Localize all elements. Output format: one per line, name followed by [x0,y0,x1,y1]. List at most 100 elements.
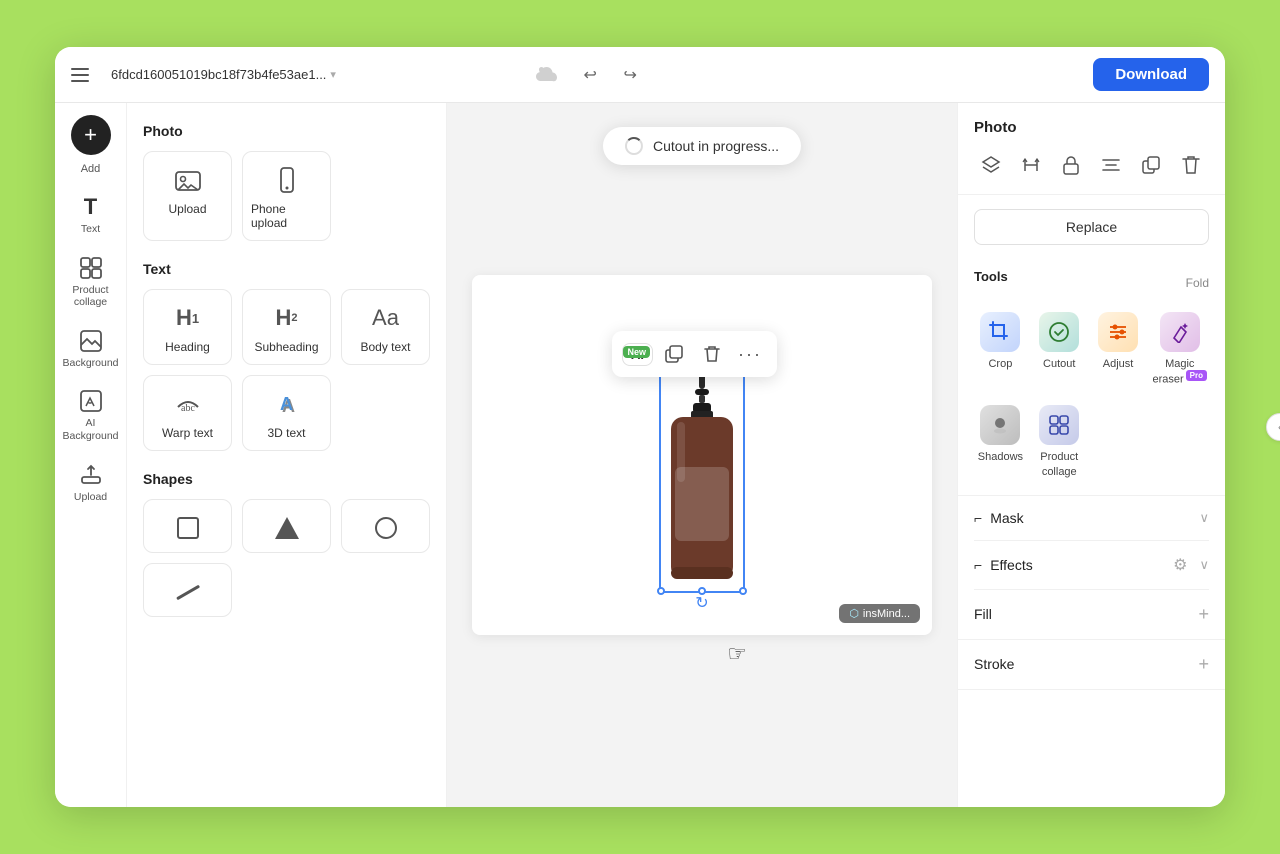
3d-text-item[interactable]: A 3D text [242,375,331,451]
sidebar-item-text[interactable]: T Text [63,187,119,244]
tool-crop[interactable]: Crop [974,306,1027,393]
photo-grid: Upload Phone upload [143,151,430,241]
cutout-icon [1039,312,1079,352]
download-button[interactable]: Download [1093,58,1209,91]
mask-accordion-row[interactable]: ⌐ Mask ∨ [974,496,1209,541]
effects-accordion-row[interactable]: ⌐ Effects ⚙ ∨ [974,541,1209,590]
shadows-label: Shadows [978,450,1023,464]
photo-section-title: Photo [143,123,430,139]
canvas-area[interactable]: Cutout in progress... AI New [447,103,957,807]
adjust-label: Adjust [1103,357,1134,371]
tools-label: Tools [974,269,1008,284]
delete-button[interactable] [695,337,729,371]
ai-background-label: AI Background [62,417,118,442]
tools-grid: Crop Cutout [974,306,1209,485]
upload-photo-icon [172,166,204,194]
lock-icon-btn[interactable] [1054,148,1088,182]
menu-button[interactable] [71,61,99,89]
effects-chevron-icon: ∨ [1199,557,1209,573]
header-actions: ↩ ↪ [574,59,646,91]
effects-settings-icon[interactable]: ⚙ [1173,555,1187,575]
add-button[interactable]: + [71,115,111,155]
tool-adjust[interactable]: Adjust [1092,306,1145,393]
body-text-item[interactable]: Aa Body text [341,289,430,365]
product-collage-label: Product collage [67,284,115,309]
3d-text-label: 3D text [267,426,305,440]
shape-triangle-item[interactable] [242,499,331,553]
heading-item[interactable]: H1 Heading [143,289,232,365]
triangle-shape-icon [271,514,303,542]
flip-icon-btn[interactable] [1014,148,1048,182]
shape-line-item[interactable] [143,563,232,617]
magic-eraser-icon [1160,312,1200,352]
fill-label: Fill [974,606,992,622]
header: 6fdcd160051019bc18f73b4fe53ae1... ▾ ↩ ↪ … [55,47,1225,103]
add-label: Add [81,163,101,175]
ai-cutout-button[interactable]: AI New [622,343,653,366]
mask-icon: ⌐ [974,510,982,526]
ai-background-icon [79,389,103,413]
3d-text-icon: A [271,390,303,418]
stroke-label: Stroke [974,656,1014,672]
tools-section: Tools Fold Crop [958,259,1225,496]
circle-shape-icon [370,514,402,542]
layers-icon-btn[interactable] [974,148,1008,182]
copy-icon-btn[interactable] [1134,148,1168,182]
stroke-row[interactable]: Stroke + [958,640,1225,690]
upload-item-label: Upload [168,202,206,216]
title-chevron-icon[interactable]: ▾ [330,68,336,81]
redo-button[interactable]: ↪ [614,59,646,91]
sidebar-item-product-collage[interactable]: Product collage [63,248,119,317]
warp-text-item[interactable]: abc Warp text [143,375,232,451]
sidebar-item-ai-background[interactable]: AI Background [63,381,119,450]
align-icon-btn[interactable] [1094,148,1128,182]
canvas-frame[interactable]: AI New ··· [472,275,932,635]
cutout-label: Cutout [1043,357,1075,371]
text-label: Text [81,223,100,236]
fill-row[interactable]: Fill + [958,590,1225,640]
trash-icon-btn[interactable] [1174,148,1208,182]
crop-icon [980,312,1020,352]
app-window: 6fdcd160051019bc18f73b4fe53ae1... ▾ ↩ ↪ … [55,47,1225,807]
right-panel-icon-row [974,148,1209,182]
product-collage-icon [79,256,103,280]
tool-product-collage[interactable]: Product collage [1033,399,1086,485]
left-panel: Photo Upload [127,103,447,807]
product-collage-tool-icon [1039,405,1079,445]
sidebar-item-upload[interactable]: Upload [63,455,119,512]
undo-button[interactable]: ↩ [574,59,606,91]
phone-upload-label: Phone upload [251,202,322,230]
warp-text-icon: abc [172,390,204,418]
shape-circle-item[interactable] [341,499,430,553]
mask-label: Mask [990,510,1191,526]
replace-button[interactable]: Replace [974,209,1209,245]
tool-cutout[interactable]: Cutout [1033,306,1086,393]
shape-square-item[interactable] [143,499,232,553]
phone-upload-item[interactable]: Phone upload [242,151,331,241]
tool-magic-eraser[interactable]: Magic eraserPro [1150,306,1209,393]
document-title: 6fdcd160051019bc18f73b4fe53ae1... ▾ [111,67,518,82]
subheading-item[interactable]: H2 Subheading [242,289,331,365]
fold-label[interactable]: Fold [1186,276,1209,290]
cloud-icon [530,59,562,91]
duplicate-button[interactable] [657,337,691,371]
product-bottle [659,367,745,594]
square-shape-icon [172,514,204,542]
product-collage-tool-label: Product collage [1035,450,1084,479]
right-panel: Photo [957,103,1225,807]
sidebar-item-background[interactable]: Background [63,321,119,378]
upload-item[interactable]: Upload [143,151,232,241]
tool-shadows[interactable]: Shadows [974,399,1027,485]
effects-label: Effects [990,557,1165,573]
tools-header: Tools Fold [974,269,1209,296]
fill-plus-icon[interactable]: + [1198,604,1209,625]
phone-upload-icon [271,166,303,194]
upload-label: Upload [74,491,107,504]
stroke-plus-icon[interactable]: + [1198,654,1209,675]
rotate-handle[interactable]: ↻ [695,593,708,613]
watermark: ⬡ insMind... [839,604,920,623]
warp-text-label: Warp text [162,426,213,440]
more-button[interactable]: ··· [733,337,767,371]
background-label: Background [62,357,118,370]
heading-label: Heading [165,340,210,354]
